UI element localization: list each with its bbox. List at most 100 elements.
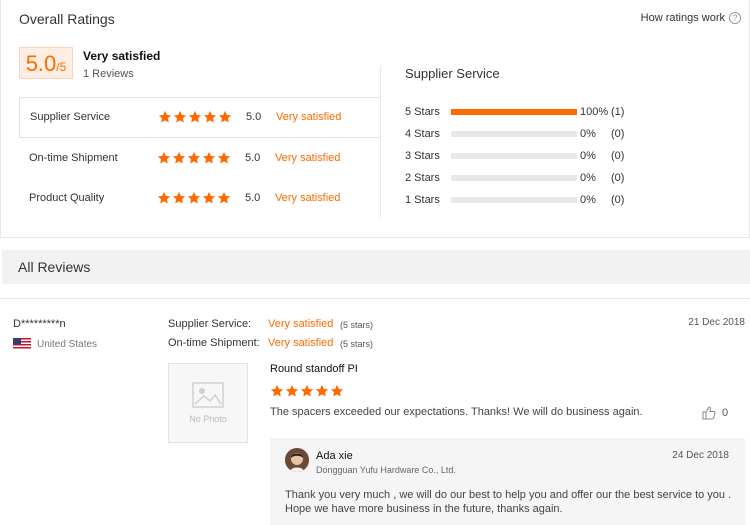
distribution-count: (0) xyxy=(611,128,625,140)
review-date: 21 Dec 2018 xyxy=(688,317,745,328)
category-name: Product Quality xyxy=(29,192,105,205)
distribution-bar xyxy=(451,109,577,115)
star-icon xyxy=(270,384,284,398)
overall-ratings-title: Overall Ratings xyxy=(19,11,115,27)
category-satisfaction: Very satisfied xyxy=(276,111,342,124)
review-supplier-service-value: Very satisfied xyxy=(268,318,334,330)
distribution-label: 5 Stars xyxy=(405,106,440,118)
category-name: Supplier Service xyxy=(30,111,111,124)
category-name: On-time Shipment xyxy=(29,151,118,164)
distribution-label: 4 Stars xyxy=(405,128,440,140)
star-icon xyxy=(203,110,217,124)
all-reviews-header: All Reviews xyxy=(2,250,750,284)
product-name-link[interactable]: Round standoff PI xyxy=(270,363,358,375)
star-icon xyxy=(285,384,299,398)
category-row-supplier-service[interactable]: Supplier Service 5.0 Very satisfied xyxy=(19,97,381,138)
category-rating-list: Supplier Service 5.0 Very satisfied On-t… xyxy=(19,97,381,219)
avatar xyxy=(285,448,309,472)
distribution-count: (1) xyxy=(611,106,625,118)
review-stars xyxy=(270,384,344,398)
like-button[interactable]: 0 xyxy=(702,406,728,420)
star-icon xyxy=(172,191,186,205)
avatar-image xyxy=(285,448,309,472)
distribution-label: 2 Stars xyxy=(405,172,440,184)
review-shipment-label: On-time Shipment: xyxy=(168,337,260,349)
star-icon xyxy=(202,191,216,205)
distribution-count: (0) xyxy=(611,172,625,184)
distribution-percent: 0% xyxy=(580,128,596,140)
distribution-percent: 0% xyxy=(580,150,596,162)
star-icon xyxy=(202,151,216,165)
thumbs-up-icon xyxy=(702,406,716,420)
distribution-row: 2 Stars 0% (0) xyxy=(405,169,645,191)
distribution-bar xyxy=(451,197,577,203)
help-icon: ? xyxy=(729,12,741,24)
no-photo-label: No Photo xyxy=(189,414,227,424)
reviewer-country: United States xyxy=(13,338,97,350)
star-icon xyxy=(300,384,314,398)
divider xyxy=(380,66,381,218)
review-supplier-service-label: Supplier Service: xyxy=(168,318,252,330)
category-score: 5.0 xyxy=(246,111,262,124)
distribution-percent: 0% xyxy=(580,194,596,206)
category-row-product-quality[interactable]: Product Quality 5.0 Very satisfied xyxy=(19,178,381,219)
country-name: United States xyxy=(37,338,98,350)
seller-reply: Ada xie Dongguan Yufu Hardware Co., Ltd.… xyxy=(270,438,745,525)
overall-satisfaction-label: Very satisfied xyxy=(83,49,161,63)
star-icon xyxy=(187,151,201,165)
divider xyxy=(0,298,750,299)
star-icon xyxy=(172,151,186,165)
star-icon xyxy=(157,151,171,165)
how-ratings-work-link[interactable]: How ratings work ? xyxy=(641,12,741,24)
reply-author: Ada xie xyxy=(316,450,353,462)
category-row-on-time-shipment[interactable]: On-time Shipment 5.0 Very satisfied xyxy=(19,138,381,179)
star-icon xyxy=(218,110,232,124)
product-photo-placeholder[interactable]: No Photo xyxy=(168,363,248,443)
distribution-label: 3 Stars xyxy=(405,150,440,162)
star-icon xyxy=(330,384,344,398)
distribution-count: (0) xyxy=(611,194,625,206)
review-shipment-stars: (5 stars) xyxy=(340,339,374,349)
distribution-bar xyxy=(451,131,577,137)
like-count: 0 xyxy=(722,407,729,419)
category-stars xyxy=(157,151,231,165)
reply-company: Dongguan Yufu Hardware Co., Ltd. xyxy=(316,465,456,475)
star-icon xyxy=(217,191,231,205)
star-icon xyxy=(173,110,187,124)
distribution-bar xyxy=(451,153,577,159)
distribution-count: (0) xyxy=(611,150,625,162)
star-icon xyxy=(217,151,231,165)
distribution-percent: 0% xyxy=(580,172,596,184)
us-flag-icon xyxy=(13,338,31,350)
reply-date: 24 Dec 2018 xyxy=(672,450,729,461)
overall-ratings-panel: Overall Ratings How ratings work ? 5.0 /… xyxy=(0,0,750,238)
category-satisfaction: Very satisfied xyxy=(275,192,341,205)
distribution-percent: 100% xyxy=(580,106,609,118)
star-icon xyxy=(187,191,201,205)
overall-score-suffix: /5 xyxy=(56,60,67,74)
category-stars xyxy=(157,191,231,205)
review-supplier-service-stars: (5 stars) xyxy=(340,320,374,330)
all-reviews-title: All Reviews xyxy=(18,259,91,275)
category-stars xyxy=(158,110,232,124)
image-placeholder-icon xyxy=(192,382,224,408)
star-distribution: 5 Stars 100% (1) 4 Stars 0% (0) 3 Stars … xyxy=(405,103,645,213)
how-ratings-work-label: How ratings work xyxy=(640,12,725,24)
distribution-bar-fill xyxy=(451,109,577,115)
review-text: The spacers exceeded our expectations. T… xyxy=(270,406,643,418)
star-icon xyxy=(188,110,202,124)
star-icon xyxy=(158,110,172,124)
distribution-label: 1 Stars xyxy=(405,194,440,206)
distribution-bar xyxy=(451,175,577,181)
review-shipment-value: Very satisfied xyxy=(268,337,334,349)
distribution-row: 3 Stars 0% (0) xyxy=(405,147,645,169)
star-icon xyxy=(315,384,329,398)
category-score: 5.0 xyxy=(245,151,261,164)
distribution-title: Supplier Service xyxy=(405,66,500,81)
overall-score: 5.0 xyxy=(25,51,57,76)
category-satisfaction: Very satisfied xyxy=(275,151,341,164)
distribution-row: 4 Stars 0% (0) xyxy=(405,125,645,147)
reply-text: Thank you very much , we will do our bes… xyxy=(285,489,732,515)
distribution-row: 1 Stars 0% (0) xyxy=(405,191,645,213)
distribution-row: 5 Stars 100% (1) xyxy=(405,103,645,125)
